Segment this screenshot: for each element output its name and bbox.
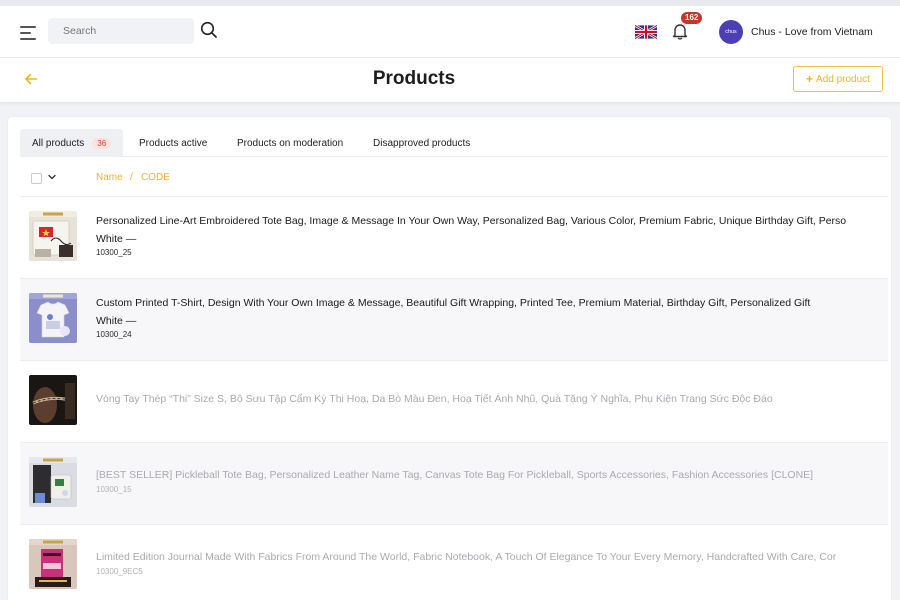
chevron-down-icon[interactable]: [48, 173, 56, 181]
product-row[interactable]: Custom Printed T-Shirt, Design With Your…: [20, 279, 888, 361]
product-name[interactable]: [BEST SELLER] Pickleball Tote Bag, Perso…: [96, 469, 888, 481]
plus-icon: +: [806, 72, 814, 86]
shop-name[interactable]: Chus - Love from Vietnam: [751, 26, 873, 38]
product-thumbnail: [29, 375, 77, 425]
search-icon[interactable]: [200, 21, 218, 39]
column-separator: /: [130, 172, 133, 183]
product-row[interactable]: Personalized Line-Art Embroidered Tote B…: [20, 197, 888, 279]
tab-all-products[interactable]: All products 36: [20, 129, 124, 157]
product-name[interactable]: Vòng Tay Thép “Thi” Size S, Bộ Sưu Tập C…: [96, 393, 888, 405]
tab-products-on-moderation[interactable]: Products on moderation: [225, 129, 355, 157]
product-code: 10300_9EC5: [96, 567, 143, 576]
product-row[interactable]: Vòng Tay Thép “Thi” Size S, Bộ Sưu Tập C…: [20, 361, 888, 443]
product-code: 10300_24: [96, 330, 132, 339]
avatar[interactable]: chus: [719, 20, 743, 44]
product-count-badge: 36: [92, 137, 112, 149]
product-row[interactable]: Limited Edition Journal Made With Fabric…: [20, 525, 888, 600]
product-variant: White —: [96, 233, 137, 245]
product-variant: White —: [96, 315, 137, 327]
column-name[interactable]: Name: [96, 172, 123, 183]
add-product-label: Add product: [816, 73, 870, 85]
product-name[interactable]: Limited Edition Journal Made With Fabric…: [96, 551, 888, 563]
bell-icon[interactable]: [671, 22, 689, 40]
list-header: Name / CODE: [20, 159, 888, 197]
page-title: Products: [372, 68, 456, 89]
product-thumbnail: [29, 457, 77, 507]
tab-disapproved-products[interactable]: Disapproved products: [361, 129, 482, 157]
product-thumbnail: [29, 211, 77, 261]
product-thumbnail: [29, 293, 77, 343]
tab-label: Products on moderation: [237, 137, 344, 149]
product-code: 10300_15: [96, 485, 132, 494]
search-input[interactable]: [48, 18, 194, 44]
tab-products-active[interactable]: Products active: [127, 129, 219, 157]
top-header: 162 chus Chus - Love from Vietnam: [0, 0, 900, 58]
select-all-checkbox[interactable]: [31, 173, 42, 184]
uk-flag-icon[interactable]: [635, 25, 657, 39]
tab-label: Products active: [139, 137, 208, 149]
product-name[interactable]: Personalized Line-Art Embroidered Tote B…: [96, 215, 888, 227]
product-tabs: All products 36 Products active Products…: [20, 129, 888, 157]
column-code[interactable]: CODE: [141, 172, 170, 183]
product-code: 10300_25: [96, 248, 132, 257]
add-product-button[interactable]: + Add product: [793, 66, 883, 92]
product-name[interactable]: Custom Printed T-Shirt, Design With Your…: [96, 297, 888, 309]
product-thumbnail: [29, 539, 77, 589]
tab-label: All products: [32, 137, 85, 149]
page-header: Products + Add product: [0, 58, 900, 102]
hamburger-menu-icon[interactable]: [20, 26, 36, 40]
products-card: All products 36 Products active Products…: [8, 117, 891, 600]
product-row[interactable]: [BEST SELLER] Pickleball Tote Bag, Perso…: [20, 443, 888, 525]
tab-label: Disapproved products: [373, 137, 471, 149]
notification-count-badge: 162: [681, 12, 703, 24]
